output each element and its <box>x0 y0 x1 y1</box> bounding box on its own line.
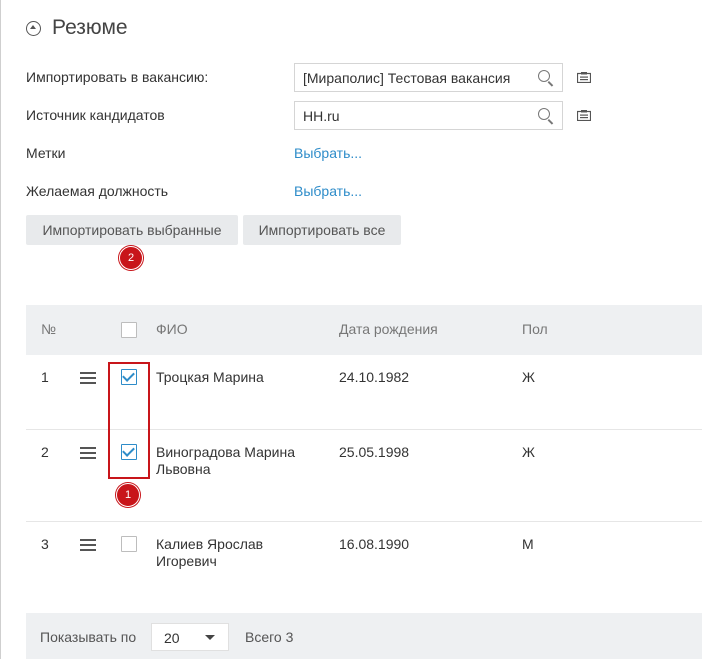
search-icon[interactable] <box>534 66 558 90</box>
row-num: 3 <box>41 536 49 552</box>
page-size-label: Показывать по <box>40 629 137 645</box>
candidate-name[interactable]: Виноградова Марина Львовна <box>156 444 316 478</box>
source-value: HH.ru <box>303 107 340 124</box>
header-birth[interactable]: Дата рождения <box>339 321 438 337</box>
gender: Ж <box>522 444 535 460</box>
gender: Ж <box>522 369 535 385</box>
header-name[interactable]: ФИО <box>156 321 188 337</box>
page-size-value: 20 <box>164 630 180 646</box>
row-num: 2 <box>41 444 49 460</box>
tags-label: Метки <box>26 145 66 161</box>
annotation-marker-2: 2 <box>119 246 143 270</box>
candidate-name[interactable]: Троцкая Марина <box>156 369 326 386</box>
left-border <box>0 0 1 659</box>
drag-handle-icon[interactable] <box>80 372 96 384</box>
position-label: Желаемая должность <box>26 183 169 199</box>
chevron-down-icon <box>205 635 215 640</box>
vacancy-label: Импортировать в вакансию: <box>26 69 209 85</box>
source-label: Источник кандидатов <box>26 107 165 123</box>
vacancy-value: [Мираполис] Тестовая вакансия <box>303 69 511 86</box>
import-selected-button[interactable]: Импортировать выбранные <box>26 215 238 245</box>
drag-handle-icon[interactable] <box>80 539 96 551</box>
import-all-button[interactable]: Импортировать все <box>243 215 401 245</box>
selection-highlight <box>108 362 150 479</box>
card-icon[interactable] <box>577 110 591 121</box>
section-title: Резюме <box>52 16 128 39</box>
candidate-name[interactable]: Калиев Ярослав Игоревич <box>156 536 286 570</box>
source-field[interactable]: HH.ru <box>294 101 563 130</box>
select-all-checkbox[interactable] <box>121 322 137 338</box>
card-icon[interactable] <box>577 72 591 83</box>
total-count: Всего 3 <box>245 629 294 645</box>
tags-select-link[interactable]: Выбрать... <box>294 145 362 161</box>
gender: М <box>522 536 534 552</box>
row-checkbox[interactable] <box>121 536 137 552</box>
header-num: № <box>41 321 57 337</box>
collapse-icon[interactable] <box>26 20 41 36</box>
page-size-select[interactable]: 20 <box>151 623 229 651</box>
birth-date: 25.05.1998 <box>339 444 410 460</box>
drag-handle-icon[interactable] <box>80 447 96 459</box>
annotation-marker-1: 1 <box>116 483 140 507</box>
row-divider <box>26 521 702 522</box>
header-gender[interactable]: Пол <box>522 321 548 337</box>
row-num: 1 <box>41 369 49 385</box>
birth-date: 16.08.1990 <box>339 536 410 552</box>
position-select-link[interactable]: Выбрать... <box>294 183 362 199</box>
birth-date: 24.10.1982 <box>339 369 410 385</box>
table-footer: Показывать по 20 Всего 3 <box>26 613 702 659</box>
table-header: № ФИО Дата рождения Пол <box>26 305 702 355</box>
section-header[interactable]: Резюме <box>26 16 128 40</box>
search-icon[interactable] <box>534 104 558 128</box>
vacancy-field[interactable]: [Мираполис] Тестовая вакансия <box>294 63 563 92</box>
